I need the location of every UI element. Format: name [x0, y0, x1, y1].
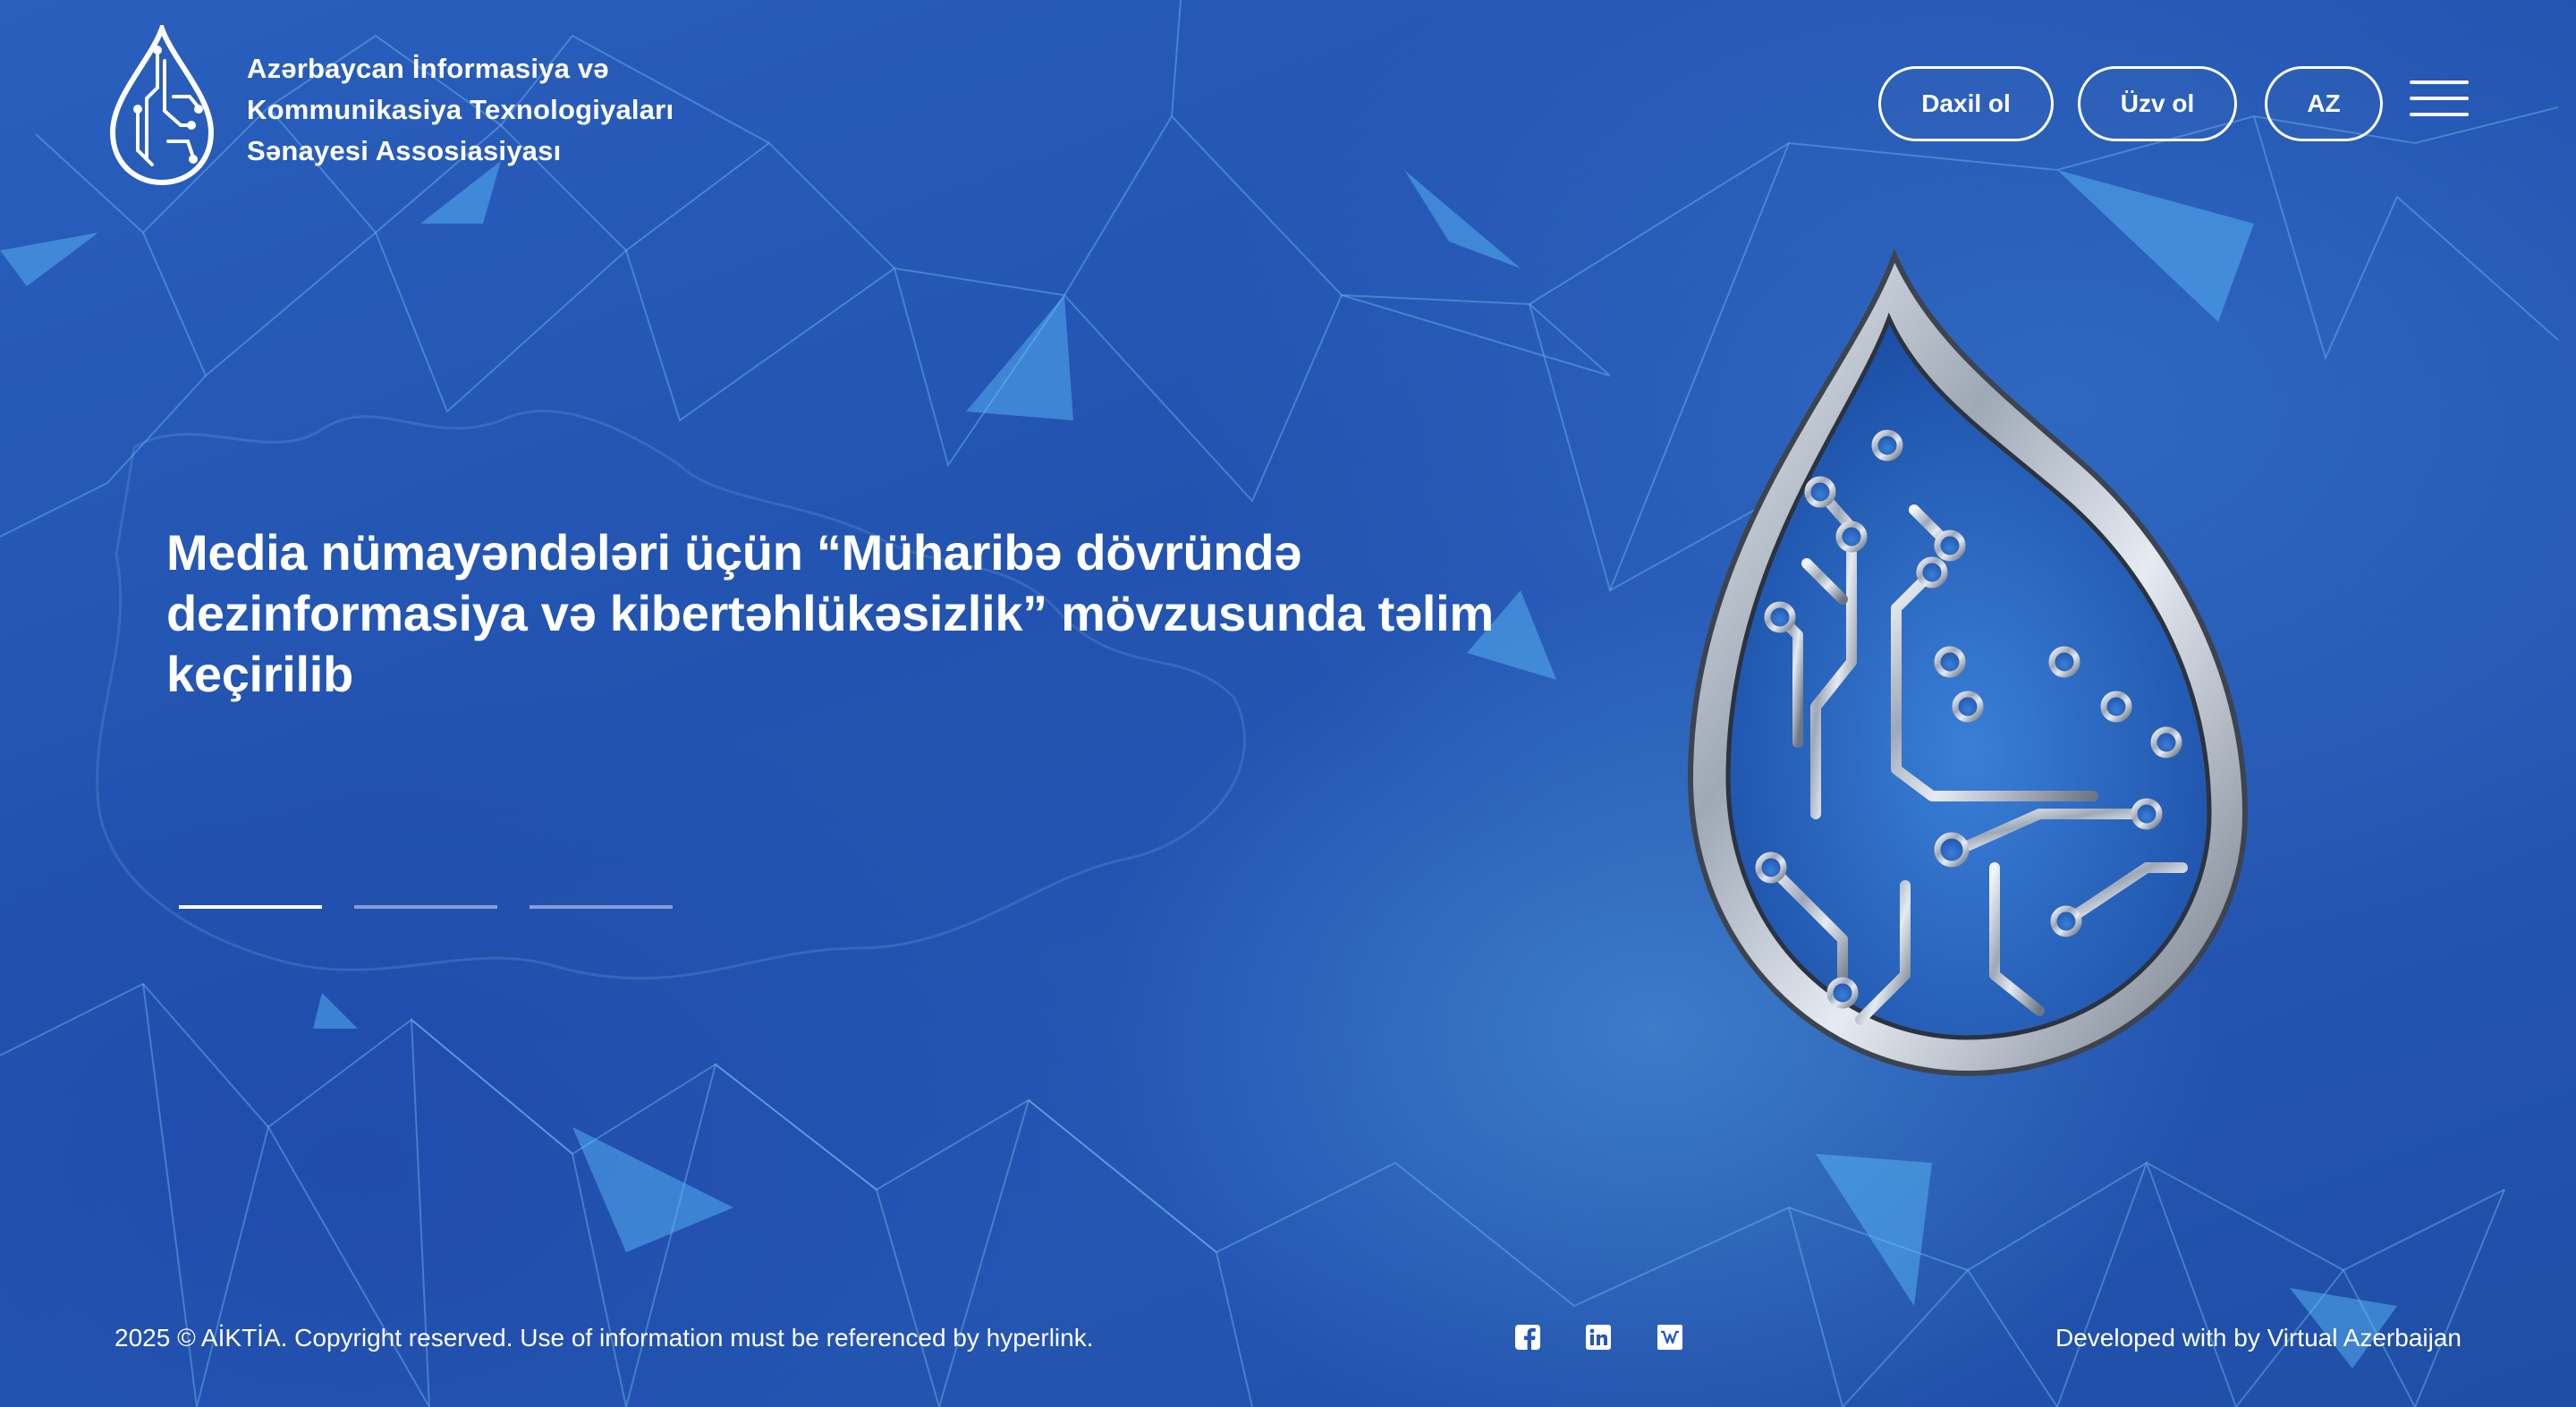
login-button[interactable]: Daxil ol — [1878, 66, 2054, 141]
brand-line-1: Azərbaycan İnformasiya və — [247, 53, 609, 84]
slide-indicator-2[interactable] — [354, 905, 497, 909]
menu-line — [2410, 113, 2469, 116]
droplet-circuit-logo-icon[interactable] — [106, 25, 218, 186]
language-switcher-button[interactable]: AZ — [2265, 66, 2383, 141]
metallic-droplet-circuit-emblem — [1687, 248, 2249, 1077]
wikipedia-icon[interactable] — [1657, 1324, 1683, 1351]
hamburger-menu-icon[interactable] — [2410, 79, 2469, 118]
menu-line — [2410, 97, 2469, 100]
developer-credit[interactable]: Developed with by Virtual Azerbaijan — [2004, 1324, 2462, 1352]
brand-line-3: Sənayesi Assosiasiyası — [247, 135, 562, 166]
brand-line-2: Kommunikasiya Texnologiyaları — [247, 94, 674, 125]
facebook-icon[interactable] — [1514, 1324, 1541, 1351]
slide-headline[interactable]: Media nümayəndələri üçün “Müharibə dövrü… — [166, 522, 1597, 705]
copyright-text: 2025 © AİKTİA. Copyright reserved. Use o… — [114, 1324, 1094, 1352]
linkedin-icon[interactable] — [1585, 1324, 1612, 1351]
headline-line-2: dezinformasiya və kibertəhlükəsizlik” mö… — [166, 585, 1494, 641]
slide-indicator-3[interactable] — [530, 905, 673, 909]
brand-name[interactable]: Azərbaycan İnformasiya və Kommunikasiya … — [247, 48, 748, 172]
headline-line-3: keçirilib — [166, 646, 353, 702]
menu-line — [2410, 81, 2469, 84]
headline-line-1: Media nümayəndələri üçün “Müharibə dövrü… — [166, 524, 1302, 581]
slide-indicator-1[interactable] — [179, 905, 322, 909]
become-member-button[interactable]: Üzv ol — [2078, 66, 2237, 141]
